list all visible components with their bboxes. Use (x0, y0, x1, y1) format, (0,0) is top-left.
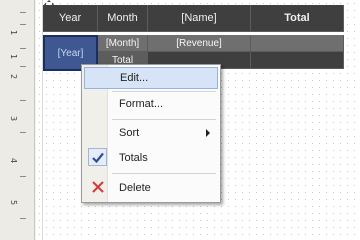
header-month[interactable]: Month (98, 5, 148, 32)
menu-item-sort[interactable]: Sort (84, 122, 218, 144)
menu-item-label: Totals (119, 152, 148, 164)
menu-separator (112, 91, 216, 92)
menu-item-label: Sort (119, 127, 140, 139)
menu-item-totals[interactable]: Totals (84, 147, 218, 169)
ruler-number: 4 (9, 158, 18, 164)
ruler-tick (20, 24, 26, 25)
ruler-number: 5 (9, 200, 18, 206)
month-cell[interactable]: [Month] (98, 35, 148, 52)
header-name[interactable]: [Name] (148, 5, 251, 32)
ruler-number: 1 (9, 54, 18, 60)
ruler-tick (20, 218, 26, 219)
menu-item-delete[interactable]: Delete (84, 177, 218, 199)
ruler-number: 3 (9, 116, 18, 122)
menu-item-edit[interactable]: Edit... (84, 67, 218, 89)
ruler-tick (20, 132, 26, 133)
total-value-cell[interactable] (251, 35, 344, 52)
revenue-cell[interactable]: [Revenue] (148, 35, 251, 52)
menu-item-label: Edit... (120, 72, 149, 84)
ruler-tick (20, 176, 26, 177)
menu-separator (112, 119, 216, 120)
delete-x-icon (92, 181, 104, 196)
menu-item-label: Format... (119, 98, 164, 110)
ruler-tick (20, 100, 26, 101)
grand-total-cell[interactable] (251, 52, 344, 69)
menu-item-label: Delete (119, 182, 151, 194)
menu-separator (112, 173, 216, 174)
ruler-number: 2 (9, 74, 18, 80)
header-total[interactable]: Total (251, 5, 344, 32)
vertical-ruler: 1 1 2 3 4 5 (0, 0, 35, 240)
ruler-number: 1 (9, 30, 18, 36)
checkmark-icon (88, 148, 107, 166)
context-menu: Edit... Format... Sort Totals Delete (81, 64, 221, 203)
menu-item-format[interactable]: Format... (84, 93, 218, 115)
header-year[interactable]: Year (43, 5, 98, 32)
matrix-row: [Month] [Revenue] (98, 35, 344, 52)
ruler-tick (20, 66, 26, 67)
matrix-report-item[interactable]: Year Month [Name] Total (43, 5, 344, 32)
matrix-header-row: Year Month [Name] Total (43, 5, 344, 32)
ruler-tick (20, 12, 26, 13)
submenu-arrow-icon (206, 129, 210, 137)
ruler-tick (20, 48, 26, 49)
